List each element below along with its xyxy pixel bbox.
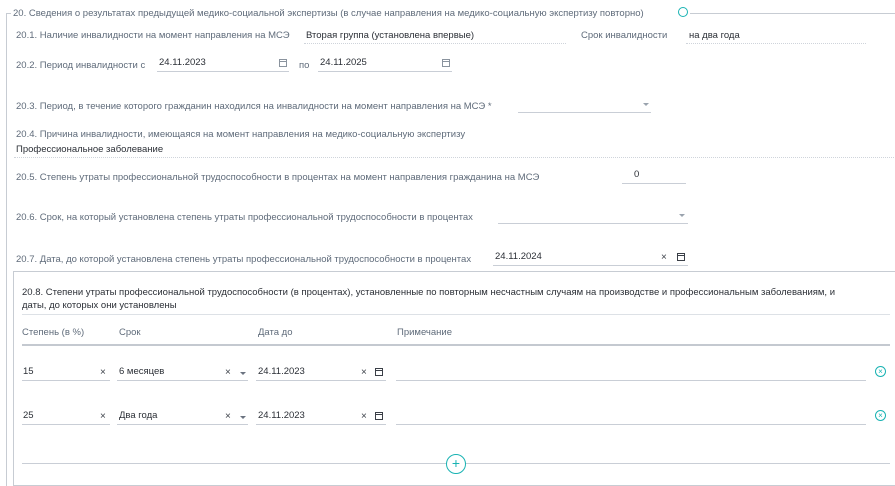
table-header-divider	[22, 344, 890, 346]
row-2-date-input[interactable]: 24.11.2023	[258, 410, 305, 421]
chevron-down-icon[interactable]	[679, 214, 685, 217]
field-20-6-label: 20.6. Срок, на который установлена степе…	[16, 212, 473, 223]
work-capacity-loss-input[interactable]: 0	[634, 169, 639, 180]
period-from-underline	[157, 71, 289, 72]
disability-presence-underline	[304, 43, 566, 44]
column-note: Примечание	[397, 327, 452, 338]
field-20-2-label: 20.2. Период инвалидности с	[16, 60, 146, 71]
row-1-note-underline	[396, 380, 866, 381]
field-20-1-label: 20.1. Наличие инвалидности на момент нап…	[16, 30, 290, 41]
column-term: Срок	[119, 327, 141, 338]
clear-icon[interactable]: ×	[661, 253, 667, 263]
capacity-date-input[interactable]: 24.11.2024	[495, 251, 542, 262]
remove-row-icon[interactable]: ×	[875, 410, 886, 421]
column-date: Дата до	[258, 327, 293, 338]
calendar-icon[interactable]	[375, 412, 383, 420]
clear-icon[interactable]: ×	[225, 368, 231, 378]
add-row-button[interactable]: +	[446, 454, 466, 474]
row-2-note-underline	[396, 424, 866, 425]
clear-icon[interactable]: ×	[361, 368, 367, 378]
clear-icon[interactable]: ×	[100, 412, 106, 422]
period-from-input[interactable]: 24.11.2023	[159, 57, 206, 68]
field-20-8-title: 20.8. Степени утраты профессиональной тр…	[22, 287, 836, 298]
row-1-term-select[interactable]: 6 месяцев	[119, 366, 164, 377]
row-1-date-underline	[256, 380, 386, 381]
row-2-term-underline	[117, 424, 248, 425]
calendar-icon[interactable]	[279, 59, 287, 67]
row-2-term-select[interactable]: Два года	[119, 410, 157, 421]
capacity-term-underline	[498, 223, 688, 224]
disability-term-underline	[686, 43, 866, 44]
disability-cause-value[interactable]: Профессиональное заболевание	[16, 144, 163, 155]
row-2-degree-input[interactable]: 25	[23, 410, 34, 421]
row-1-degree-underline	[22, 380, 110, 381]
row-1-date-input[interactable]: 24.11.2023	[258, 366, 305, 377]
fieldset-border-left	[6, 13, 7, 486]
disability-cause-underline	[14, 157, 894, 158]
period-to-underline	[318, 71, 452, 72]
calendar-icon[interactable]	[442, 59, 450, 67]
capacity-date-underline	[493, 265, 688, 266]
row-2-degree-underline	[22, 424, 110, 425]
column-degree: Степень (в %)	[22, 327, 85, 338]
chevron-down-icon[interactable]	[643, 103, 649, 106]
period-to-input[interactable]: 24.11.2025	[320, 57, 367, 68]
field-20-7-label: 20.7. Дата, до которой установлена степе…	[16, 254, 472, 265]
collapse-icon[interactable]	[678, 7, 688, 17]
clear-icon[interactable]: ×	[361, 412, 367, 422]
disability-term-label: Срок инвалидности	[581, 30, 668, 41]
chevron-down-icon[interactable]	[240, 416, 246, 419]
disability-period-underline	[518, 112, 651, 113]
disability-presence-select[interactable]: Вторая группа (установлена впервые)	[306, 30, 474, 41]
calendar-icon[interactable]	[375, 368, 383, 376]
chevron-down-icon[interactable]	[240, 372, 246, 375]
field-20-8-title-continued: даты, до которых они установлены	[22, 300, 177, 311]
field-20-5-label: 20.5. Степень утраты профессиональной тр…	[16, 172, 540, 183]
remove-row-icon[interactable]: ×	[875, 366, 886, 377]
clear-icon[interactable]: ×	[225, 412, 231, 422]
field-20-4-label: 20.4. Причина инвалидности, имеющаяся на…	[16, 129, 466, 140]
disability-term-select[interactable]: на два года	[689, 30, 740, 41]
row-1-term-underline	[117, 380, 248, 381]
row-1-degree-input[interactable]: 15	[23, 366, 34, 377]
field-20-3-label: 20.3. Период, в течение которого граждан…	[16, 101, 492, 112]
row-2-date-underline	[256, 424, 386, 425]
clear-icon[interactable]: ×	[100, 368, 106, 378]
fieldset-border-top-right	[690, 13, 895, 14]
section-title: 20. Сведения о результатах предыдущей ме…	[13, 8, 644, 19]
work-capacity-loss-underline	[622, 183, 686, 184]
calendar-icon[interactable]	[677, 253, 685, 261]
table-top-divider	[22, 314, 890, 315]
period-to-label: по	[299, 60, 310, 71]
